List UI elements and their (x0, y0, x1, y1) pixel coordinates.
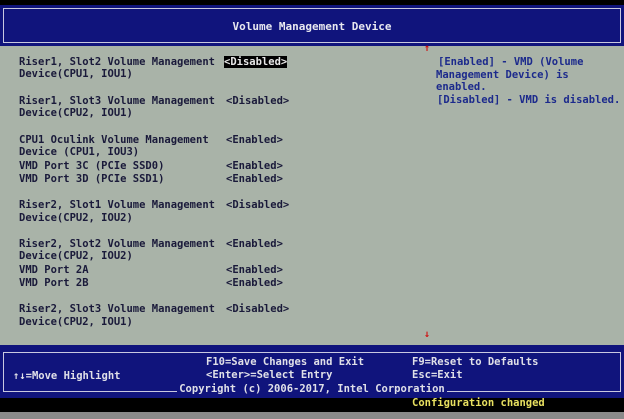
setting-label: Riser2, Slot2 Volume Management (19, 238, 215, 250)
setting-label: Device(CPU2, IOU2) (19, 212, 133, 224)
setting-label: VMD Port 2B (19, 277, 89, 289)
setting-value[interactable]: <Enabled> (226, 264, 283, 276)
help-line: Management Device) is (436, 69, 569, 81)
setting-value[interactable]: <Enabled> (226, 173, 283, 185)
help-line: enabled. (436, 81, 487, 93)
help-line: [Disabled] - VMD is disabled. (437, 94, 621, 106)
setting-label: Device(CPU2, IOU1) (19, 107, 133, 119)
setting-value[interactable]: <Enabled> (226, 160, 283, 172)
setting-label: Riser2, Slot3 Volume Management (19, 303, 215, 315)
esc-exit-hint: Esc=Exit (412, 369, 463, 381)
status-message: Configuration changed (412, 397, 545, 409)
setting-value[interactable]: <Enabled> (226, 277, 283, 289)
scroll-up-icon[interactable]: ↑ (424, 43, 430, 55)
setting-value[interactable]: <Disabled> (226, 303, 289, 315)
setting-label: Riser1, Slot3 Volume Management (19, 95, 215, 107)
move-highlight-hint: ↑↓=Move Highlight (13, 370, 121, 382)
setting-label: Riser2, Slot1 Volume Management (19, 199, 215, 211)
setting-value[interactable]: <Disabled> (226, 199, 289, 211)
setting-value[interactable]: <Enabled> (226, 134, 283, 146)
reset-defaults-hint: F9=Reset to Defaults (412, 356, 539, 368)
setting-label: Device(CPU1, IOU1) (19, 68, 133, 80)
setting-label: VMD Port 3D (PCIe SSD1) (19, 173, 165, 185)
select-entry-hint: <Enter>=Select Entry (206, 369, 333, 381)
key-help-footer: F10=Save Changes and Exit F9=Reset to De… (0, 345, 624, 398)
screen-bottom-edge (0, 412, 624, 419)
setting-label: Device (CPU1, IOU3) (19, 146, 140, 158)
settings-panel: ↑ ↓ Riser1, Slot2 Volume Management Devi… (0, 43, 624, 345)
setting-value[interactable]: <Disabled> (224, 56, 288, 68)
status-bar: Configuration changed (0, 397, 624, 412)
setting-label: Riser1, Slot2 Volume Management (19, 56, 215, 68)
save-exit-hint: F10=Save Changes and Exit (206, 356, 365, 368)
page-header: Volume Management Device (0, 5, 624, 46)
page-title: Volume Management Device (232, 20, 392, 33)
scroll-down-icon[interactable]: ↓ (424, 329, 430, 341)
setting-label: VMD Port 3C (PCIe SSD0) (19, 160, 165, 172)
setting-label: CPU1 Oculink Volume Management (19, 134, 209, 146)
setting-value[interactable]: <Enabled> (226, 238, 283, 250)
help-line: [Enabled] - VMD (Volume (438, 56, 584, 68)
setting-label: Device(CPU2, IOU2) (19, 250, 133, 262)
setting-label: VMD Port 2A (19, 264, 89, 276)
setting-label: Device(CPU2, IOU1) (19, 316, 133, 328)
copyright-text: Copyright (c) 2006-2017, Intel Corporati… (177, 383, 447, 395)
setting-value[interactable]: <Disabled> (226, 95, 289, 107)
